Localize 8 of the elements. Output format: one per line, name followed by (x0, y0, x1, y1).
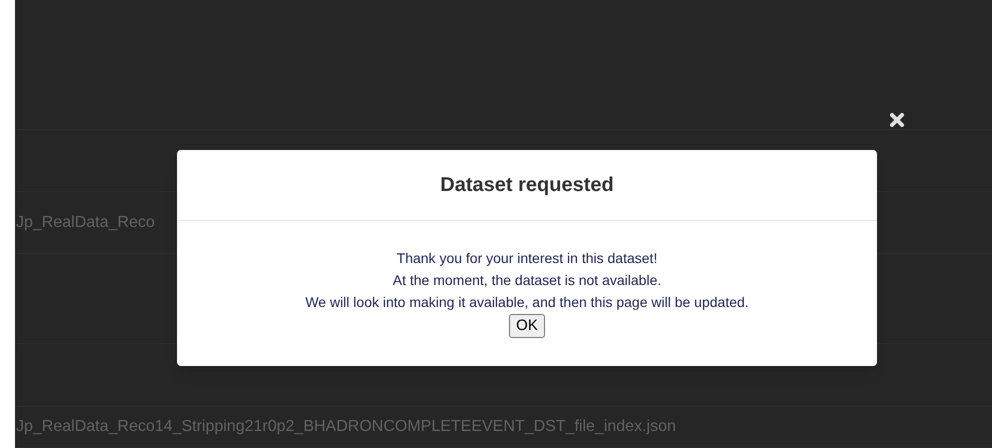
message-text: At the moment, the dataset is not available. (392, 271, 662, 290)
close-icon[interactable] (889, 112, 905, 128)
file-name: Jp_RealData_Reco (15, 212, 155, 232)
ok-button[interactable]: OK (509, 314, 545, 338)
message-text: Thank you for your interest in this dataset! (396, 249, 658, 268)
file-name: Jp_RealData_Reco14_Stripping21r0p2_BHADRONCOMPLETEEVENT_DST_file_index.json (15, 417, 676, 437)
message-text: We will look into making it available, and then this page will be updated. (305, 293, 749, 312)
dialog-title: Dataset requested (440, 173, 614, 198)
